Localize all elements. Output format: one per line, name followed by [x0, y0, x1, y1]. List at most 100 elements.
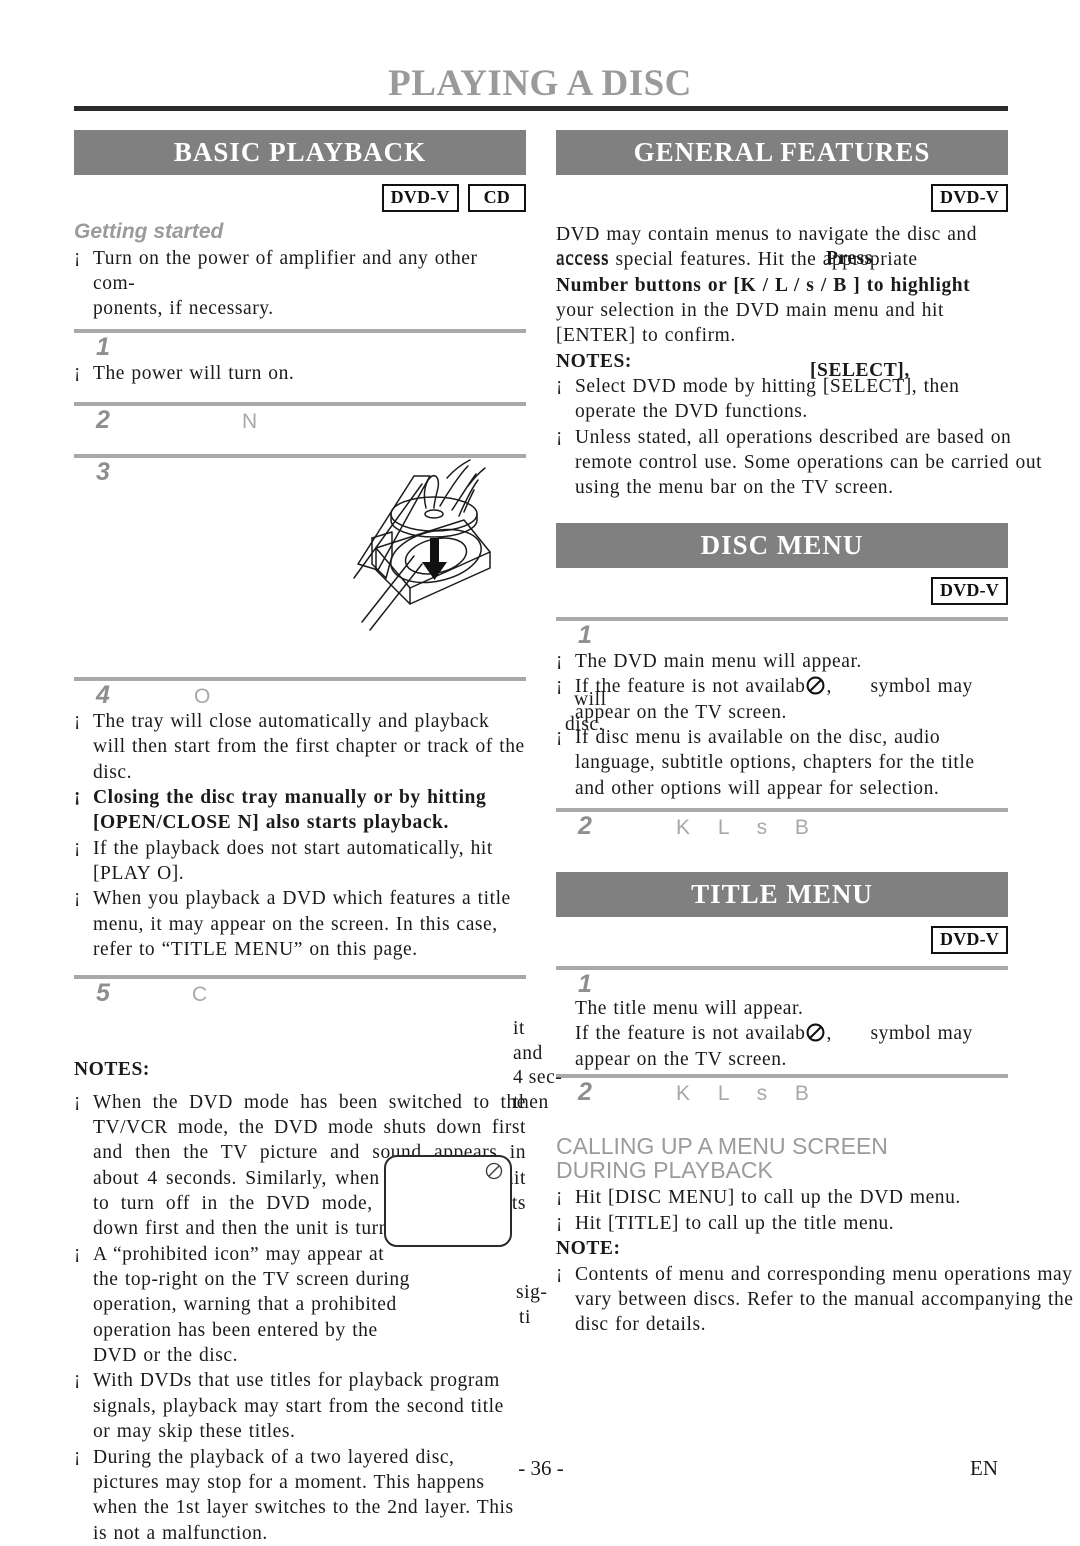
bullet-dot-icon: ¡ — [556, 674, 563, 696]
footer-language: EN — [970, 1456, 998, 1480]
step-4-bullet-3: ¡ If the playback does not start automat… — [74, 836, 526, 887]
step-row-5: 5 C — [74, 979, 526, 1013]
bullet-dot-icon: ¡ — [556, 1210, 563, 1232]
title-menu-bullet-2: ¡ If the feature is not availab, symbol … — [556, 1021, 1008, 1072]
step-number: 2 — [578, 1077, 592, 1106]
step-4-bullet-4-text: When you playback a DVD which features a… — [93, 888, 511, 961]
title-menu-bullet-2-text: If the feature is not availab — [575, 1023, 806, 1045]
step-number: 4 — [96, 680, 110, 709]
step-number: 2 — [578, 811, 592, 840]
bullet-dot-icon: ¡ — [74, 1368, 81, 1390]
disc-menu-bullet-3-text: If disc menu is available on the disc, a… — [575, 726, 975, 799]
bullet-dot-icon: ¡ — [556, 424, 563, 446]
title-divider — [74, 106, 1008, 111]
gf-note-1: ¡ Select DVD mode by hitting [SELECT], t… — [556, 374, 1008, 425]
title-menu-bullet-1-text: The title menu will appear. — [575, 997, 804, 1019]
bullet-dot-icon: ¡ — [74, 835, 81, 857]
badge-dvd-v: DVD-V — [931, 577, 1008, 605]
gf-line-3: Number buttons or [K / L / s / B ] to hi… — [556, 274, 971, 296]
step-4-bullet-3-text: If the playback does not start automatic… — [93, 837, 493, 884]
artifact-sec: 4 sec- — [513, 1067, 563, 1088]
step-glyphs: K L s B — [676, 1081, 820, 1105]
calling-up-heading-line1: CALLING UP A MENU SCREEN — [556, 1132, 888, 1159]
gf-note-2-text: Unless stated, all operations described … — [575, 426, 1043, 499]
artifact-will: will — [574, 689, 607, 710]
basic-playback-banner: BASIC PLAYBACK — [74, 130, 526, 176]
artifact-disc: disc. — [565, 714, 605, 735]
artifact-access: access — [556, 248, 610, 269]
calling-up-bullet-1-text: Hit [DISC MENU] to call up the DVD menu. — [575, 1187, 961, 1209]
gf-line-1: DVD may contain menus to navigate the di… — [556, 224, 978, 246]
artifact-press: Press — [826, 248, 873, 269]
title-menu-banner: TITLE MENU — [556, 871, 1008, 918]
getting-started-subhead: Getting started — [74, 220, 224, 244]
bullet-dot-icon: ¡ — [74, 245, 81, 267]
intro-bullet-line2: ponents, if necessary. — [93, 298, 274, 320]
gf-line-4: your selection in the DVD main menu and … — [556, 300, 944, 322]
manual-page: PLAYING A DISC BASIC PLAYBACK DVD-V CD G… — [0, 0, 1080, 1544]
bullet-dot-icon: ¡ — [556, 1185, 563, 1207]
disc-menu-bullet-1-text: The DVD main menu will appear. — [575, 650, 862, 672]
step-number: 1 — [578, 969, 592, 998]
tv-screen-box — [384, 1155, 512, 1247]
general-features-banner: GENERAL FEATURES — [556, 130, 1008, 176]
bullet-dot-icon: ¡ — [556, 648, 563, 670]
bullet-dot-icon: ¡ — [74, 708, 81, 730]
step-number: 2 — [96, 405, 110, 434]
step-number: 1 — [96, 332, 110, 361]
artifact-select: [SELECT], — [810, 360, 910, 381]
artifact-ti: ti — [519, 1307, 531, 1328]
step-glyphs: O — [194, 684, 222, 708]
footer-page-number: - 36 - — [518, 1456, 564, 1480]
badge-dvd-v: DVD-V — [381, 184, 459, 213]
artifact-then: then — [513, 1092, 549, 1113]
right-column: GENERAL FEATURES DVD-V DVD may contain m… — [556, 130, 1073, 1338]
general-features-badges: DVD-V — [556, 184, 1008, 213]
calling-up-bullet-2-text: Hit [TITLE] to call up the title menu. — [575, 1212, 895, 1234]
step-1-bullet-text: The power will turn on. — [93, 362, 295, 384]
step-row-2: 2 N — [74, 406, 526, 440]
disc-menu-bullet-3: ¡ If disc menu is available on the disc,… — [556, 725, 1008, 801]
step-number: 1 — [578, 620, 592, 649]
left-notes-heading: NOTES: — [74, 1059, 150, 1081]
calling-up-note: ¡ Contents of menu and corresponding men… — [556, 1262, 1080, 1338]
artifact-it: it — [513, 1018, 525, 1039]
intro-bullet: ¡ Turn on the power of amplifier and any… — [74, 246, 526, 322]
intro-bullet-line1: Turn on the power of amplifier and any o… — [93, 247, 478, 294]
calling-up-note-text: Contents of menu and corresponding menu … — [575, 1263, 1074, 1336]
disc-menu-bullet-2-text: If the feature is not availab — [575, 676, 806, 698]
step-number: 3 — [96, 457, 110, 486]
page-title: PLAYING A DISC — [388, 63, 692, 104]
bullet-dot-icon: ¡ — [74, 1089, 81, 1111]
bullet-dot-icon: ¡ — [556, 1261, 563, 1283]
left-note-3-text: With DVDs that use titles for playback p… — [93, 1370, 504, 1443]
left-note-2: ¡ A “prohibited icon” may appear at the … — [74, 1242, 411, 1369]
step-4-bullet-1: ¡ The tray will close automatically and … — [74, 709, 526, 785]
bullet-dot-icon: ¡ — [556, 724, 563, 746]
step-4-bullet-2: ¡ Closing the disc tray manually or by h… — [74, 785, 526, 836]
gf-line-5: [ENTER] to confirm. — [556, 325, 736, 347]
prohibited-icon — [807, 676, 825, 695]
title-menu-badges: DVD-V — [556, 926, 1008, 954]
disc-menu-step-row-2: 2 K L s B — [556, 812, 1008, 846]
prohibited-icon — [807, 1023, 825, 1042]
gf-line-2: access special features. Hit the appropr… — [556, 247, 1008, 272]
prohibited-icon — [485, 1162, 503, 1180]
left-column: BASIC PLAYBACK DVD-V CD Getting started … — [74, 130, 526, 1546]
basic-playback-badges: DVD-V CD — [74, 184, 526, 213]
bullet-dot-icon: ¡ — [74, 784, 81, 806]
disc-menu-bullet-2: ¡ If the feature is not availab, symbol … — [556, 674, 1008, 725]
badge-dvd-v: DVD-V — [931, 926, 1008, 954]
calling-up-bullet-2: ¡ Hit [TITLE] to call up the title menu. — [556, 1211, 1008, 1236]
step-glyphs: K L s B — [676, 815, 820, 839]
step-number: 5 — [96, 979, 110, 1008]
left-note-3: ¡ With DVDs that use titles for playback… — [74, 1368, 526, 1444]
step-glyphs: N — [242, 409, 269, 433]
step-4-bullet-2-text: Closing the disc tray manually or by hit… — [93, 786, 487, 834]
step-1-bullet: ¡ The power will turn on. — [74, 361, 526, 386]
disc-menu-bullet-1: ¡ The DVD main menu will appear. — [556, 649, 1008, 674]
step-4-bullet-1-text: The tray will close automatically and pl… — [93, 710, 525, 783]
tray-illustration-spacer — [74, 492, 526, 670]
bullet-dot-icon: ¡ — [74, 886, 81, 908]
calling-up-heading-line2: DURING PLAYBACK — [556, 1156, 773, 1183]
